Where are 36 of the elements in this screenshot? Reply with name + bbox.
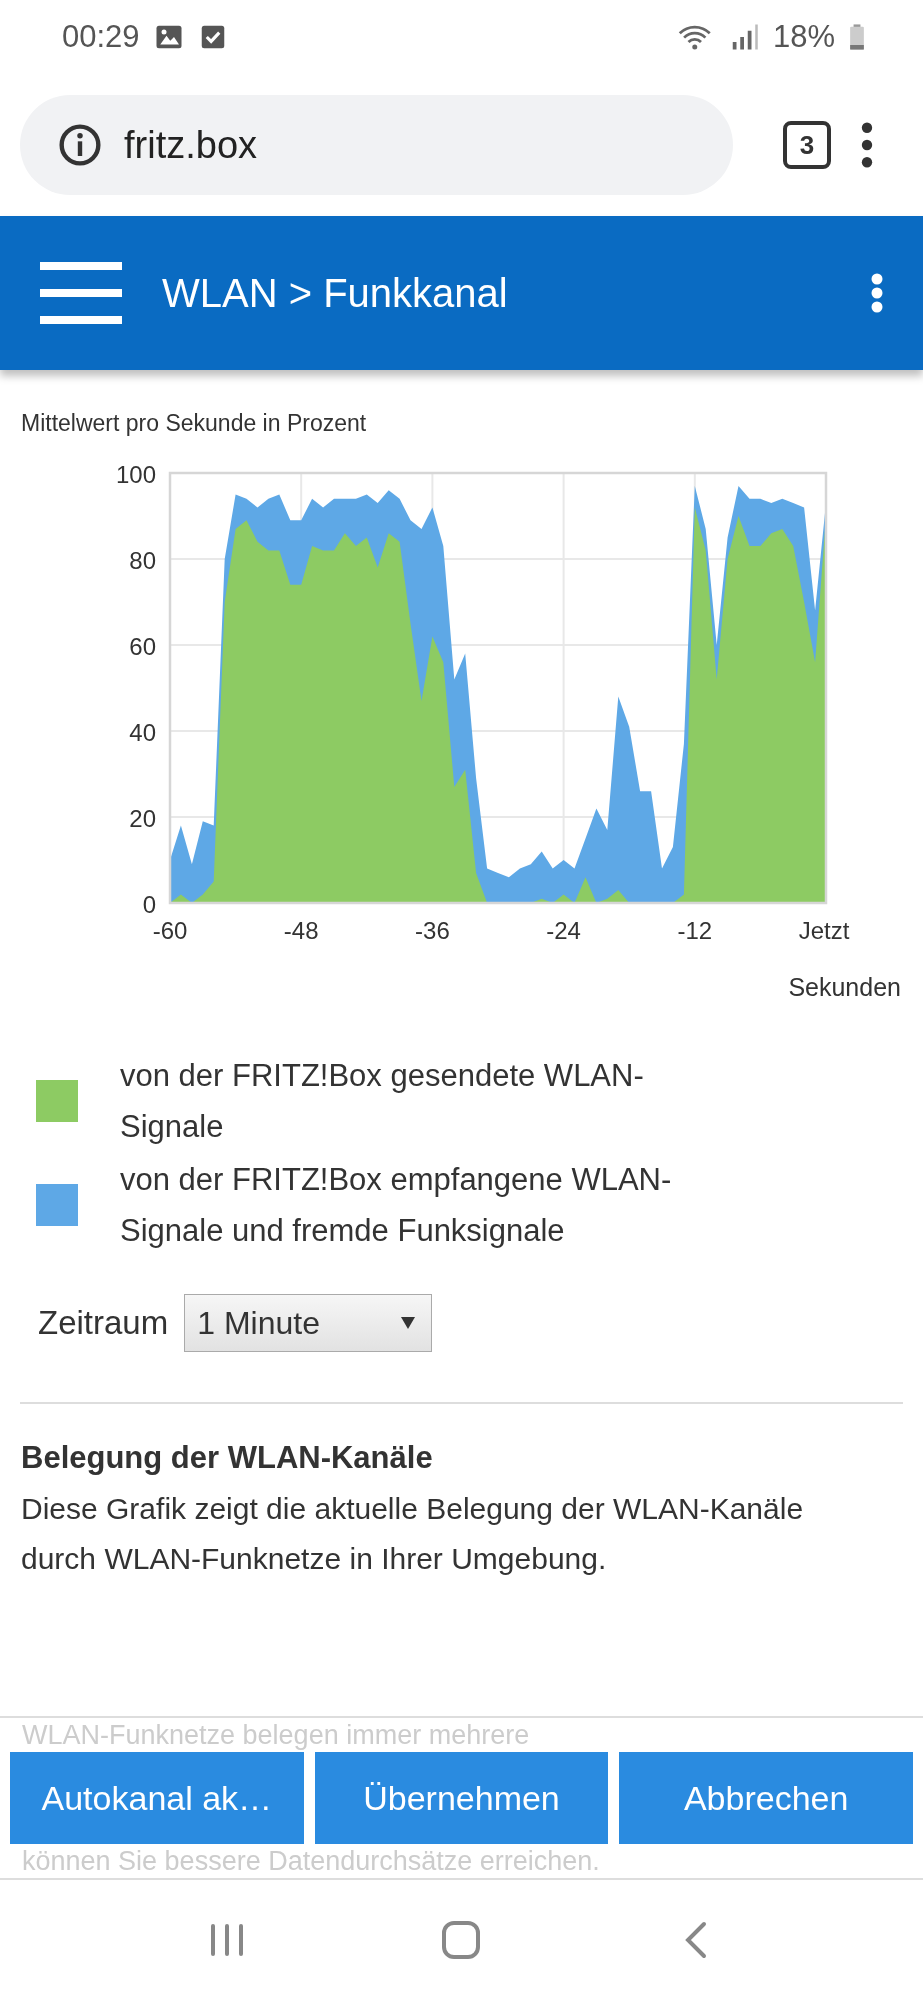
period-label: Zeitraum	[38, 1304, 169, 1342]
menu-icon[interactable]	[861, 122, 873, 168]
x-tick-label: -60	[152, 917, 188, 944]
axis-title: Sekunden	[788, 973, 901, 1002]
legend-swatch	[36, 1080, 78, 1122]
address-bar[interactable]: fritz.box	[20, 95, 733, 195]
period-dropdown[interactable]: 1 Minute	[184, 1294, 433, 1352]
y-tick-label: 0	[142, 891, 156, 918]
legend-label: von der FRITZ!Box empfangene WLAN-Signale und fremde Funksignale	[120, 1161, 673, 1250]
x-tick-label: -24	[546, 917, 581, 944]
y-tick-label: 40	[129, 719, 156, 746]
info-icon[interactable]	[58, 123, 102, 167]
y-tick-label: 100	[115, 461, 156, 488]
x-tick-label: -12	[677, 917, 713, 944]
battery-icon	[849, 22, 865, 52]
more-icon[interactable]	[871, 273, 883, 313]
action-button[interactable]: Autokanal ak…	[10, 1752, 304, 1844]
axis-title: Mittelwert pro Sekunde in Prozent	[20, 410, 368, 437]
legend-swatch	[36, 1184, 78, 1226]
section-text: Diese Grafik zeigt die aktuelle Belegung der WLAN-Kanäle durch WLAN-Funknetze in Ihrer Umgebung.	[21, 1491, 805, 1577]
action-button[interactable]: Abbrechen	[619, 1752, 913, 1844]
tab-count-button[interactable]: 3	[783, 121, 831, 169]
menu-icon[interactable]	[40, 262, 122, 324]
x-tick-label: Jetzt	[798, 917, 850, 944]
x-tick-label: -36	[415, 917, 450, 944]
home-icon[interactable]	[441, 1920, 482, 1960]
clock: 00:29	[62, 19, 140, 55]
y-tick-label: 20	[129, 805, 156, 832]
action-button[interactable]: Übernehmen	[314, 1752, 609, 1844]
y-tick-label: 60	[129, 633, 156, 660]
page-title: WLAN > Funkkanal	[162, 270, 508, 316]
x-tick-label: -48	[283, 917, 319, 944]
battery-percent: 18%	[772, 19, 835, 55]
y-tick-label: 80	[129, 547, 156, 574]
section-heading: Belegung der WLAN-Kanäle	[20, 1439, 434, 1476]
caret-icon	[401, 1317, 416, 1329]
